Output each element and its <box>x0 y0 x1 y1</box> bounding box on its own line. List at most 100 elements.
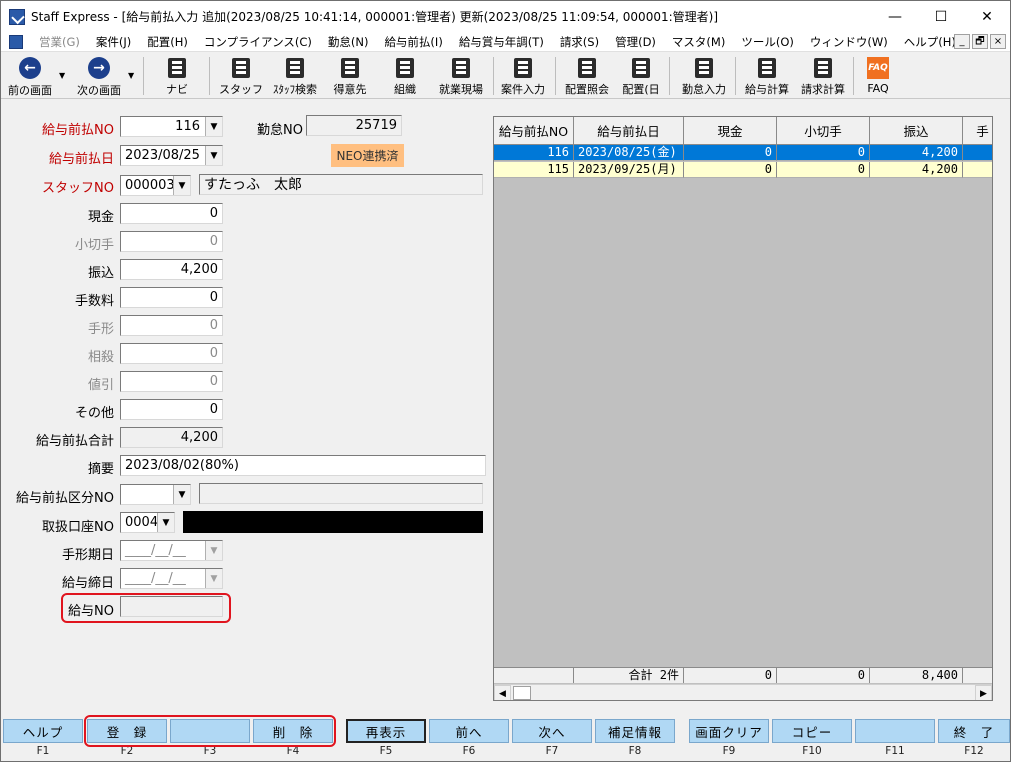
toolbar-separator <box>143 57 144 95</box>
column-header[interactable]: 給与前払NO <box>494 117 574 145</box>
mdi-close-button[interactable]: × <box>990 34 1006 49</box>
help-button[interactable]: ヘルプ <box>3 719 83 743</box>
invoice-calc-button[interactable]: 請求計算 <box>797 55 849 97</box>
horizontal-scrollbar[interactable]: ◀ ▶ <box>494 684 992 700</box>
attendance-icon <box>695 57 713 78</box>
menu-admin[interactable]: 管理(D) <box>607 34 664 50</box>
column-header[interactable]: 小切手 <box>777 117 870 145</box>
org-label: 組織 <box>394 83 416 96</box>
chevron-down-icon[interactable]: ▼ <box>173 176 190 195</box>
close-button[interactable]: ✕ <box>964 1 1010 32</box>
scroll-thumb[interactable] <box>513 686 531 700</box>
navi-button[interactable]: ナビ <box>157 55 197 97</box>
minimize-button[interactable]: — <box>872 1 918 32</box>
clear-screen-button[interactable]: 画面クリア <box>689 719 769 743</box>
staff-no-combo[interactable]: 000003 ▼ <box>120 175 191 196</box>
menu-master[interactable]: マスタ(M) <box>664 34 733 50</box>
memo-field[interactable]: 2023/08/02(80%) <box>120 455 486 476</box>
cell-no: 115 <box>494 162 574 178</box>
menu-compliance[interactable]: コンプライアンス(C) <box>196 34 320 50</box>
attendance-entry-button[interactable]: 勤怠入力 <box>677 55 731 97</box>
other-field[interactable]: 0 <box>120 399 223 420</box>
table-row[interactable]: 115 2023/09/25(月) 0 0 4,200 <box>494 162 992 178</box>
client-button[interactable]: 得意先 <box>329 55 371 97</box>
menu-attendance[interactable]: 勤怠(N) <box>320 34 377 50</box>
menu-tools[interactable]: ツール(O) <box>733 34 802 50</box>
staff-button[interactable]: スタッフ <box>219 55 263 97</box>
client-label: 得意先 <box>333 83 367 96</box>
advance-no-value: 116 <box>175 119 200 134</box>
offset-label: 相殺 <box>87 350 114 365</box>
menu-placement[interactable]: 配置(H) <box>139 34 196 50</box>
worksite-button[interactable]: 就業現場 <box>435 55 487 97</box>
advance-date-combo[interactable]: 2023/08/25 ▼ <box>120 145 223 166</box>
fkey-label: F12 <box>964 745 984 757</box>
f11-button[interactable] <box>855 719 935 743</box>
fee-field[interactable]: 0 <box>120 287 223 308</box>
forward-dropdown-icon[interactable]: ▼ <box>128 71 134 80</box>
menu-jobs[interactable]: 案件(J) <box>88 34 139 50</box>
cash-field[interactable]: 0 <box>120 203 223 224</box>
toolbar-separator <box>209 57 210 95</box>
advance-list-grid: 給与前払NO 給与前払日 現金 小切手 振込 手 116 2023/08/25(… <box>493 116 993 701</box>
staff-no-label: スタッフNO <box>42 181 114 196</box>
category-name-field <box>199 483 483 504</box>
payroll-calc-button[interactable]: 給与計算 <box>741 55 793 97</box>
toolbar-separator <box>669 57 670 95</box>
supplement-button[interactable]: 補足情報 <box>595 719 675 743</box>
maximize-button[interactable]: ☐ <box>918 1 964 32</box>
menu-sales[interactable]: 営業(G) <box>31 34 88 50</box>
mdi-minimize-button[interactable]: _ <box>954 34 970 49</box>
placement-inquiry-button[interactable]: 配置照会 <box>561 55 613 97</box>
fkey-label: F7 <box>545 745 559 757</box>
refresh-button[interactable]: 再表示 <box>346 719 426 743</box>
staff-search-button[interactable]: ｽﾀｯﾌ検索 <box>269 55 321 97</box>
transfer-field[interactable]: 4,200 <box>120 259 223 280</box>
client-icon <box>341 57 359 78</box>
column-header[interactable]: 振込 <box>870 117 963 145</box>
arrow-right-icon: → <box>88 57 110 79</box>
worksite-label: 就業現場 <box>439 83 483 96</box>
faq-button[interactable]: FAQ FAQ <box>861 55 895 97</box>
copy-button[interactable]: コピー <box>772 719 852 743</box>
chevron-down-icon[interactable]: ▼ <box>205 117 222 136</box>
job-entry-button[interactable]: 案件入力 <box>497 55 549 97</box>
forward-button[interactable]: → 次の画面 <box>73 55 125 97</box>
mdi-restore-button[interactable]: 🗗 <box>972 34 988 49</box>
cell-transfer: 4,200 <box>870 162 963 178</box>
menu-payroll[interactable]: 給与賞与年調(T) <box>451 34 552 50</box>
account-value: 0004 <box>125 515 159 530</box>
neo-status-badge: NEO連携済 <box>331 144 404 167</box>
table-row[interactable]: 116 2023/08/25(金) 0 0 4,200 <box>494 145 992 161</box>
next-button[interactable]: 次へ <box>512 719 592 743</box>
menu-advance[interactable]: 給与前払(I) <box>376 34 450 50</box>
back-dropdown-icon[interactable]: ▼ <box>59 71 65 80</box>
bill-field: 0 <box>120 315 223 336</box>
menu-window[interactable]: ウィンドウ(W) <box>802 34 896 50</box>
chevron-down-icon[interactable]: ▼ <box>157 513 174 532</box>
prev-button[interactable]: 前へ <box>429 719 509 743</box>
job-entry-icon <box>514 57 532 78</box>
scroll-left-icon[interactable]: ◀ <box>494 685 511 700</box>
staff-no-value: 000003 <box>125 178 175 193</box>
column-header[interactable]: 現金 <box>684 117 777 145</box>
scroll-right-icon[interactable]: ▶ <box>975 685 992 700</box>
placement-day-button[interactable]: 配置(日 <box>619 55 663 97</box>
account-combo[interactable]: 0004 ▼ <box>120 512 175 533</box>
column-header[interactable]: 給与前払日 <box>574 117 684 145</box>
back-button[interactable]: ← 前の画面 <box>5 55 55 97</box>
cell-transfer: 4,200 <box>870 145 963 161</box>
chevron-down-icon[interactable]: ▼ <box>173 485 190 504</box>
column-header[interactable]: 手 <box>963 117 992 145</box>
chevron-down-icon[interactable]: ▼ <box>205 146 222 165</box>
menu-billing[interactable]: 請求(S) <box>552 34 607 50</box>
exit-button[interactable]: 終 了 <box>938 719 1010 743</box>
account-name-field <box>183 511 483 533</box>
transfer-label: 振込 <box>87 266 114 281</box>
org-button[interactable]: 組織 <box>385 55 425 97</box>
cash-label: 現金 <box>87 210 114 225</box>
fee-label: 手数料 <box>74 294 114 309</box>
cell-date: 2023/09/25(月) <box>574 162 684 178</box>
advance-no-combo[interactable]: 116 ▼ <box>120 116 223 137</box>
category-combo[interactable]: ▼ <box>120 484 191 505</box>
